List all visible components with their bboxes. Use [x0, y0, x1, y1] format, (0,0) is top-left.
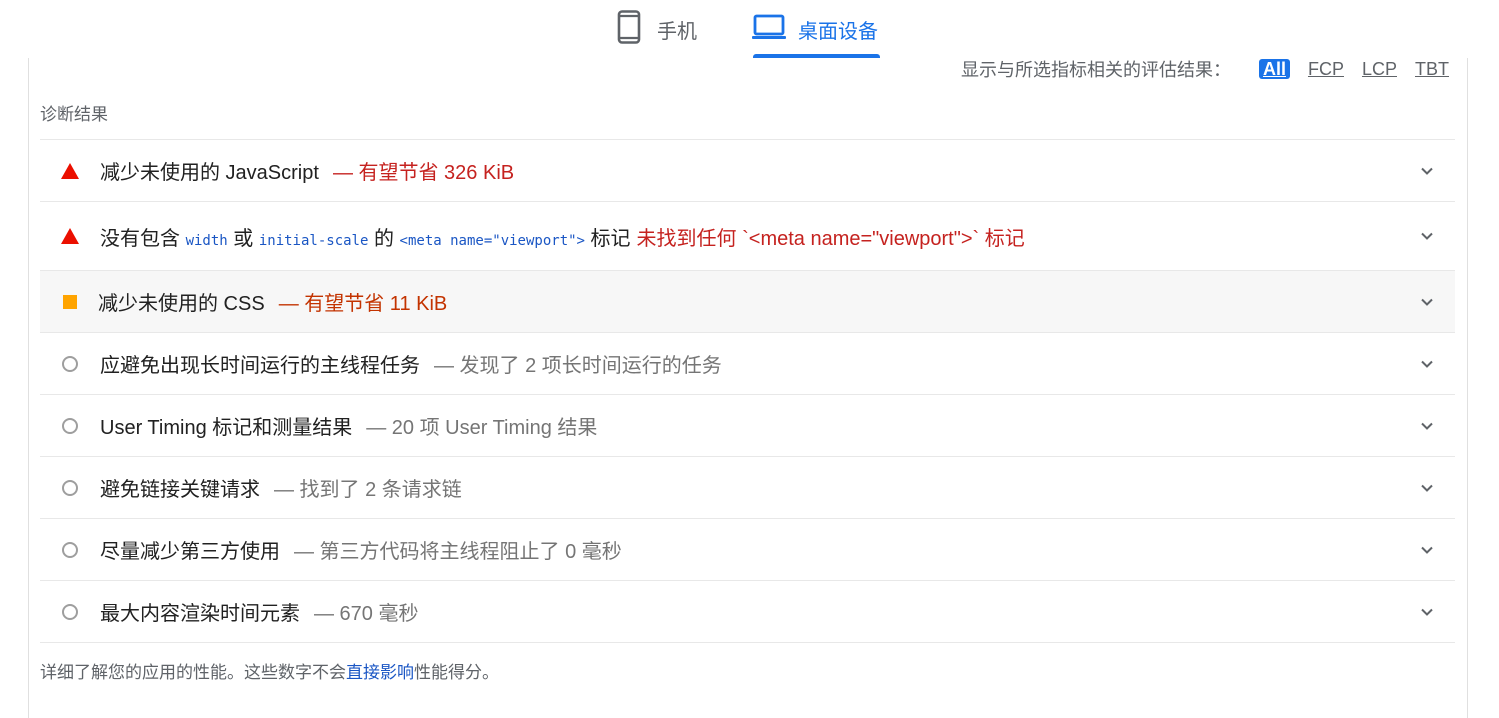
fail-triangle-icon	[40, 162, 100, 179]
audit-title: 最大内容渲染时间元素	[100, 603, 300, 625]
audit-display-value: — 第三方代码将主线程阻止了 0 毫秒	[294, 541, 622, 563]
code-meta-viewport: <meta name="viewport">	[399, 232, 585, 249]
audit-display-value: — 找到了 2 条请求链	[274, 479, 462, 501]
phone-icon	[617, 9, 641, 49]
chevron-down-icon[interactable]	[1419, 228, 1435, 244]
title-text: 标记	[590, 227, 631, 250]
chevron-down-icon[interactable]	[1419, 542, 1435, 558]
average-square-icon	[40, 294, 100, 309]
audit-viewport[interactable]: 没有包含 width 或 initial-scale 的 <meta name=…	[40, 202, 1455, 271]
footer-link[interactable]: 直接影响	[346, 663, 414, 682]
audit-display-value: — 670 毫秒	[314, 603, 419, 625]
code-initial-scale: initial-scale	[258, 232, 369, 249]
footer-text: 性能得分。	[414, 663, 499, 682]
audit-title: 没有包含 width 或 initial-scale 的 <meta name=…	[100, 222, 631, 251]
audit-title: 尽量减少第三方使用	[100, 541, 280, 563]
section-title: 诊断结果	[40, 105, 108, 124]
audit-third-party-summary[interactable]: 尽量减少第三方使用 — 第三方代码将主线程阻止了 0 毫秒	[40, 519, 1455, 581]
tab-desktop-label: 桌面设备	[798, 20, 878, 43]
audit-title: 减少未使用的 CSS	[98, 293, 265, 315]
info-circle-icon	[40, 479, 100, 496]
audit-display-value: — 有望节省 326 KiB	[332, 162, 515, 184]
audit-display-value: — 发现了 2 项长时间运行的任务	[434, 355, 722, 377]
chevron-down-icon[interactable]	[1419, 294, 1435, 310]
audit-long-tasks[interactable]: 应避免出现长时间运行的主线程任务 — 发现了 2 项长时间运行的任务	[40, 333, 1455, 395]
filter-chip-tbt[interactable]: TBT	[1415, 59, 1449, 80]
filter-chip-all[interactable]: All	[1258, 59, 1290, 79]
chevron-down-icon[interactable]	[1419, 356, 1435, 372]
audit-critical-request-chains[interactable]: 避免链接关键请求 — 找到了 2 条请求链	[40, 457, 1455, 519]
title-text: 的	[373, 227, 394, 250]
audit-title: 减少未使用的 JavaScript	[100, 162, 319, 184]
audit-display-value: 未找到任何 `<meta name="viewport">` 标记	[636, 227, 1025, 250]
info-circle-icon	[40, 541, 100, 558]
audit-lcp-element[interactable]: 最大内容渲染时间元素 — 670 毫秒	[40, 581, 1455, 643]
chevron-down-icon[interactable]	[1419, 604, 1435, 620]
audit-title: 避免链接关键请求	[100, 479, 260, 501]
audit-list: 减少未使用的 JavaScript — 有望节省 326 KiB 没有包含 wi…	[40, 139, 1455, 643]
device-tabs: 手机 桌面设备	[0, 0, 1499, 58]
metric-filter-label: 显示与所选指标相关的评估结果：	[960, 60, 1231, 80]
title-text: 或	[233, 227, 254, 250]
info-circle-icon	[40, 417, 100, 434]
metric-filter: 显示与所选指标相关的评估结果： All FCP LCP TBT	[961, 56, 1449, 82]
chevron-down-icon[interactable]	[1419, 163, 1435, 179]
filter-chip-fcp[interactable]: FCP	[1308, 59, 1344, 80]
audit-title: 应避免出现长时间运行的主线程任务	[100, 355, 420, 377]
code-width: width	[185, 232, 228, 249]
tab-desktop[interactable]: 桌面设备	[752, 0, 878, 58]
audit-user-timings[interactable]: User Timing 标记和测量结果 — 20 项 User Timing 结…	[40, 395, 1455, 457]
audit-unused-javascript[interactable]: 减少未使用的 JavaScript — 有望节省 326 KiB	[40, 140, 1455, 202]
laptop-icon	[752, 13, 786, 46]
chevron-down-icon[interactable]	[1419, 480, 1435, 496]
tab-mobile[interactable]: 手机	[617, 0, 697, 58]
diagnostics-footer: 详细了解您的应用的性能。这些数字不会直接影响性能得分。	[40, 658, 499, 683]
audit-display-value: — 有望节省 11 KiB	[278, 293, 448, 315]
audit-title: User Timing 标记和测量结果	[100, 417, 353, 439]
audit-unused-css[interactable]: 减少未使用的 CSS — 有望节省 11 KiB	[40, 271, 1455, 333]
footer-text: 详细了解您的应用的性能。这些数字不会	[40, 663, 346, 682]
audit-display-value: — 20 项 User Timing 结果	[366, 417, 598, 439]
fail-triangle-icon	[40, 228, 100, 244]
filter-chip-lcp[interactable]: LCP	[1362, 59, 1397, 80]
info-circle-icon	[40, 603, 100, 620]
tab-mobile-label: 手机	[657, 20, 697, 43]
title-text: 没有包含	[100, 227, 180, 250]
info-circle-icon	[40, 355, 100, 372]
chevron-down-icon[interactable]	[1419, 418, 1435, 434]
